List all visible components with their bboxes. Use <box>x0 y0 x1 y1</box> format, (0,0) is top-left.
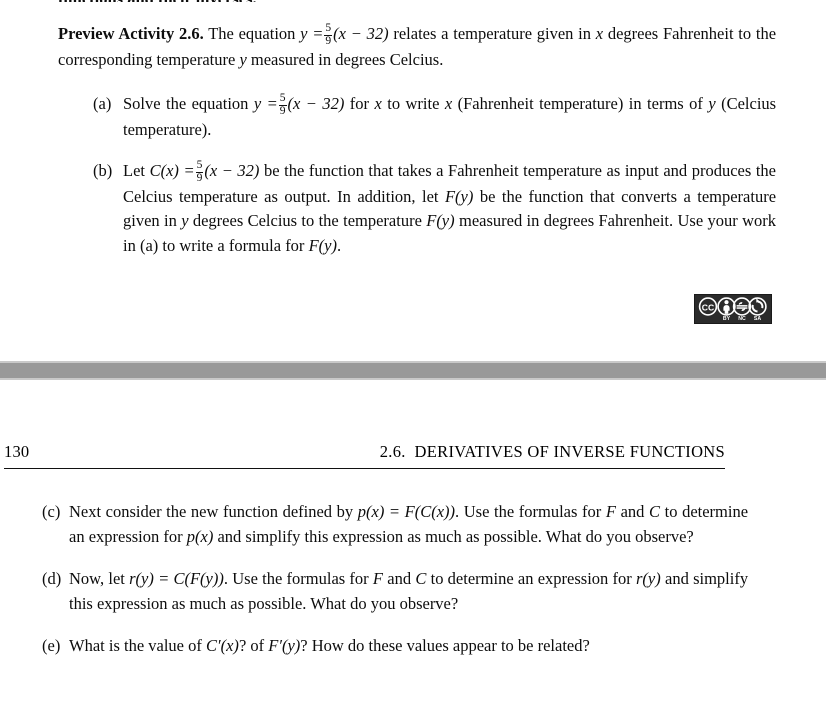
list-item-d-part-3: and <box>387 569 412 588</box>
list-item-b-func-f2: F(y) <box>426 211 455 231</box>
section-number: 2.6. <box>379 442 406 461</box>
continued-item-list: (c) Next consider the new function defin… <box>42 500 748 659</box>
list-item-a-var-2: x <box>444 94 453 113</box>
list-item-a-eq-rhs: (x − 32) <box>287 94 345 113</box>
list-item-d-part-4: to determine an expression for <box>430 569 632 588</box>
list-item-c-marker: (c) <box>42 502 61 521</box>
cc-label-sa: SA <box>754 316 761 322</box>
list-item-c-var-c: C <box>649 502 661 521</box>
list-item-d-part-2: . Use the formulas for <box>223 569 369 588</box>
list-item-a: (a) Solve the equation y = 5 9 (x − 32) for… <box>93 92 776 142</box>
list-item-d-marker: (d) <box>42 569 62 588</box>
list-item-d-var-f: F <box>372 569 384 588</box>
preview-activity-var-x: x <box>595 24 604 43</box>
list-item-b-eq-rhs: (x − 32) <box>204 161 260 181</box>
page-two: 130 2.6. DERIVATIVES OF INVERSE FUNCTION… <box>0 380 826 714</box>
list-item-a-eq-lhs: y = <box>253 94 278 113</box>
preview-activity-text-before: The equation <box>208 24 296 43</box>
fraction-five-ninths: 59 <box>195 159 204 185</box>
list-item-b-func-c: C(x) = <box>149 161 195 181</box>
list-item-b: (b) Let C(x) = 5 9 (x − 32) be the function… <box>93 159 776 258</box>
list-item-c-var-f: F <box>605 502 616 521</box>
section-heading: 2.6. DERIVATIVES OF INVERSE FUNCTIONS <box>380 442 725 462</box>
list-item-a-var-1: x <box>374 94 382 113</box>
fraction-numerator: 5 <box>196 159 203 172</box>
list-item-b-var-y: y <box>181 211 189 231</box>
list-item-a-part-2: for <box>349 94 370 113</box>
list-item-c: (c) Next consider the new function defin… <box>42 500 748 549</box>
list-item-c-expr-1: p(x) = F(C(x)) <box>357 502 456 521</box>
cc-label-by: BY <box>723 316 731 322</box>
cc-by-nc-sa-badge[interactable]: CC BY NC SA <box>694 294 772 324</box>
page-one: Preview Activity 2.6. The equation y = 5 9… <box>0 0 826 350</box>
running-head: 130 2.6. DERIVATIVES OF INVERSE FUNCTION… <box>4 442 725 468</box>
section-title: DERIVATIVES OF INVERSE FUNCTIONS <box>414 442 725 461</box>
svg-text:CC: CC <box>702 302 714 312</box>
list-item-e-part-3: ? How do these values appear to be relat… <box>300 636 590 655</box>
list-item-a-var-3: y <box>708 94 716 113</box>
list-item-c-part-2: . Use the formulas for <box>455 502 602 521</box>
list-item-d-part-1: Now, let <box>69 569 125 588</box>
list-item-d: (d) Now, let r(y) = C(F(y)). Use the for… <box>42 567 748 616</box>
fraction-five-ninths: 59 <box>324 21 333 48</box>
fraction-denominator: 9 <box>195 172 204 185</box>
list-item-b-func-f: F(y) <box>444 186 474 206</box>
list-item-b-part-6: . <box>336 235 342 255</box>
list-item-b-part-4: degrees Celcius to the temperature <box>192 211 422 231</box>
fraction-numerator: 5 <box>279 91 286 104</box>
preview-activity-item-list: (a) Solve the equation y = 5 9 (x − 32) for… <box>93 92 776 258</box>
preview-activity-line-two-end: measured in degrees Celcius. <box>250 49 444 69</box>
fraction-numerator: 5 <box>325 21 332 34</box>
list-item-c-part-3: and <box>620 502 645 521</box>
preview-activity-label: Preview Activity 2.6. <box>58 24 204 43</box>
separator-band-fill <box>0 363 826 378</box>
running-head-rule <box>4 468 725 469</box>
preview-activity-text-after: relates a temperature given in <box>393 24 592 43</box>
list-item-b-part-1: Let <box>123 161 145 181</box>
list-item-e-marker: (e) <box>42 636 61 655</box>
fraction-denominator: 9 <box>278 104 287 117</box>
list-item-e-part-1: What is the value of <box>69 636 202 655</box>
page-number: 130 <box>4 442 30 461</box>
page-separator-band <box>0 361 826 380</box>
list-item-c-expr-2: p(x) <box>186 526 214 546</box>
list-item-b-func-f3: F(y) <box>308 235 337 255</box>
preview-activity-var-y: y <box>239 49 247 69</box>
list-item-e: (e) What is the value of C′(x)? of F′(y)… <box>42 634 748 659</box>
list-item-a-part-4: (Fahrenheit temperature) in terms of <box>457 94 703 113</box>
list-item-e-expr-1: C′(x) <box>206 636 239 655</box>
cc-label-nc: NC <box>738 316 746 322</box>
fraction-denominator: 9 <box>324 34 333 47</box>
list-item-b-marker: (b) <box>93 161 113 181</box>
list-item-c-part-5: and simplify this expression as much as … <box>217 526 694 546</box>
list-item-a-part-1: Solve the equation <box>123 94 249 113</box>
preview-activity-equation-lhs: y = <box>300 24 324 43</box>
list-item-e-expr-2: F′(y) <box>268 636 301 655</box>
preview-activity-equation-rhs: (x − 32) <box>333 24 389 43</box>
preview-activity-paragraph: Preview Activity 2.6. The equation y = 5 9… <box>58 22 776 72</box>
list-item-e-part-2: ? of <box>238 636 265 655</box>
list-item-c-part-1: Next consider the new function defined b… <box>69 502 354 521</box>
list-item-a-part-3: to write <box>387 94 440 113</box>
list-item-d-expr-2: r(y) <box>636 569 661 588</box>
list-item-d-expr-1: r(y) = C(F(y)) <box>129 569 224 588</box>
fraction-five-ninths: 59 <box>278 91 287 118</box>
list-item-d-var-c: C <box>415 569 427 588</box>
list-item-a-marker: (a) <box>93 94 112 113</box>
